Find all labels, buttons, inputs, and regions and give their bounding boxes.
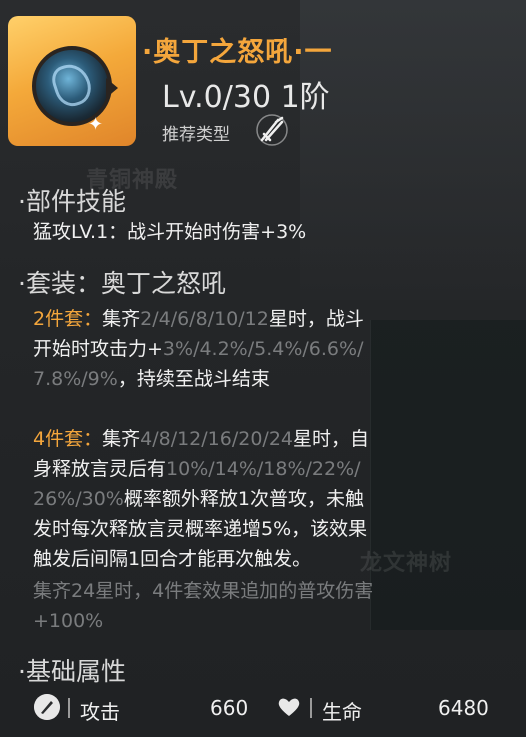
skill-heading: ·部件技能 xyxy=(18,187,126,216)
hp-value: 6480 xyxy=(438,696,489,720)
skill-line: 猛攻LV.1：战斗开始时伤害+3% xyxy=(33,221,307,243)
quill-icon xyxy=(34,694,60,720)
set-heading: ·套装：奥丁之怒吼 xyxy=(18,269,226,298)
sparkle-icon: ✦ xyxy=(88,114,104,135)
background-art xyxy=(300,0,526,300)
set-bonus-line2: +100% xyxy=(33,610,104,632)
item-badge[interactable]: ✦ xyxy=(8,16,136,146)
recommend-type-label: 推荐类型 xyxy=(162,125,230,145)
set-4piece-line4: 发时每次释放言灵概率递增5%，该效果 xyxy=(33,518,368,540)
crossed-swords-icon xyxy=(256,114,288,146)
set-2piece-line2: 开始时攻击力+3%/4.2%/5.4%/6.6%/ xyxy=(33,338,364,360)
set-4piece-line5: 触发后间隔1回合才能再次触发。 xyxy=(33,548,312,570)
item-level: Lv.0/30 1阶 xyxy=(162,80,330,115)
attack-value: 660 xyxy=(210,696,249,720)
arrow-pointer-icon xyxy=(106,78,118,98)
set-4piece-line2: 身释放言灵后有10%/14%/18%/22%/ xyxy=(33,458,361,480)
set-bonus-line1: 集齐24星时，4件套效果追加的普攻伤害 xyxy=(33,580,374,602)
attack-label: 攻击 xyxy=(80,700,120,724)
hp-label: 生命 xyxy=(322,700,362,724)
set-4piece-line3: 26%/30%概率额外释放1次普攻，未触 xyxy=(33,488,364,510)
set-4piece-line1: 4件套：集齐4/8/12/16/20/24星时，自 xyxy=(33,428,370,450)
divider xyxy=(68,698,70,718)
set-2piece-line3: 7.8%/9%，持续至战斗结束 xyxy=(33,368,270,390)
watermark-dragon-tree: 龙文神树 xyxy=(360,550,453,576)
item-detail-panel: 青铜神殿 龙文神树 ✦ ·奥丁之怒吼·一 Lv.0/30 1阶 推荐类型 ·部件… xyxy=(0,0,526,737)
item-title: ·奥丁之怒吼·一 xyxy=(142,37,333,68)
set-2piece-line1: 2件套：集齐2/4/6/8/10/12星时，战斗 xyxy=(33,308,364,330)
heart-icon xyxy=(278,698,300,716)
base-attr-row: 攻击 660 生命 6480 xyxy=(0,686,526,732)
divider xyxy=(310,698,312,718)
background-map-panel xyxy=(370,320,526,630)
base-attr-heading: ·基础属性 xyxy=(18,657,126,686)
